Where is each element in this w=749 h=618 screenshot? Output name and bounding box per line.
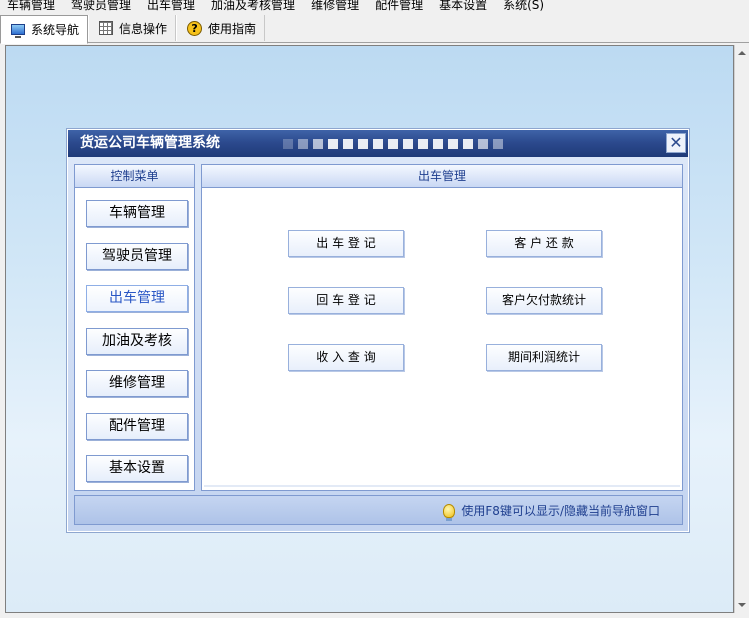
tip-bar: 使用F8键可以显示/隐藏当前导航窗口 [74, 495, 683, 525]
menu-repair[interactable]: 维修管理 [303, 0, 367, 13]
scroll-up-icon[interactable] [738, 51, 746, 55]
vertical-scrollbar[interactable] [734, 45, 749, 613]
scroll-down-icon[interactable] [738, 603, 746, 607]
tab-label: 使用指南 [208, 21, 257, 36]
menu-parts[interactable]: 配件管理 [367, 0, 431, 13]
control-driver-button[interactable]: 驾驶员管理 [86, 243, 188, 270]
control-settings-button[interactable]: 基本设置 [86, 455, 188, 482]
tab-user-guide[interactable]: ? 使用指南 [176, 15, 266, 41]
dialog-body: 控制菜单 车辆管理 驾驶员管理 出车管理 加油及考核 维修管理 配件管理 基本设… [68, 157, 688, 531]
control-menu-title: 控制菜单 [75, 165, 194, 188]
return-register-button[interactable]: 回 车 登 记 [288, 287, 404, 314]
grid-icon [99, 21, 114, 35]
main-panel-title: 出车管理 [202, 165, 682, 188]
control-vehicle-button[interactable]: 车辆管理 [86, 200, 188, 227]
tab-strip: 系统导航 信息操作 ? 使用指南 [0, 14, 749, 44]
menu-system[interactable]: 系统(S) [495, 0, 552, 13]
control-repair-button[interactable]: 维修管理 [86, 370, 188, 397]
dispatch-register-button[interactable]: 出 车 登 记 [288, 230, 404, 257]
control-fuel-button[interactable]: 加油及考核 [86, 328, 188, 355]
control-parts-button[interactable]: 配件管理 [86, 413, 188, 440]
action-area: 出 车 登 记 客 户 还 款 回 车 登 记 客户欠付款统计 收 入 查 询 … [204, 190, 680, 487]
tip: 使用F8键可以显示/隐藏当前导航窗口 [443, 502, 660, 521]
income-query-button[interactable]: 收 入 查 询 [288, 344, 404, 371]
customer-repayment-button[interactable]: 客 户 还 款 [486, 230, 602, 257]
menu-fuel[interactable]: 加油及考核管理 [203, 0, 303, 13]
menu-settings[interactable]: 基本设置 [431, 0, 495, 13]
lightbulb-icon [443, 503, 456, 521]
tab-info-ops[interactable]: 信息操作 [88, 15, 177, 41]
help-icon: ? [187, 20, 203, 36]
tab-label: 系统导航 [31, 23, 80, 37]
dialog-title: 货运公司车辆管理系统 [80, 135, 220, 151]
control-dispatch-button[interactable]: 出车管理 [86, 285, 188, 312]
customer-arrears-stats-button[interactable]: 客户欠付款统计 [486, 287, 602, 314]
period-profit-stats-button[interactable]: 期间利润统计 [486, 344, 602, 371]
menu-bar: 车辆管理 驾驶员管理 出车管理 加油及考核管理 维修管理 配件管理 基本设置 系… [0, 0, 749, 14]
monitor-icon [11, 24, 25, 38]
tip-text: 使用F8键可以显示/隐藏当前导航窗口 [461, 504, 660, 518]
close-button[interactable]: ✕ [666, 133, 686, 153]
dialog-title-bar[interactable]: 货运公司车辆管理系统 ✕ [68, 130, 688, 157]
menu-driver[interactable]: 驾驶员管理 [63, 0, 139, 13]
control-menu-panel: 控制菜单 车辆管理 驾驶员管理 出车管理 加油及考核 维修管理 配件管理 基本设… [74, 164, 195, 491]
navigation-dialog: 货运公司车辆管理系统 ✕ 控制菜单 车辆管理 驾驶员管理 出车管理 加油及考核 … [66, 128, 690, 533]
tab-label: 信息操作 [119, 21, 168, 36]
title-decoration [283, 139, 503, 149]
tab-system-nav[interactable]: 系统导航 [0, 15, 89, 44]
main-panel: 出车管理 出 车 登 记 客 户 还 款 回 车 登 记 客户欠付款统计 收 入… [201, 164, 683, 491]
menu-vehicle[interactable]: 车辆管理 [0, 0, 63, 13]
menu-dispatch[interactable]: 出车管理 [139, 0, 203, 13]
